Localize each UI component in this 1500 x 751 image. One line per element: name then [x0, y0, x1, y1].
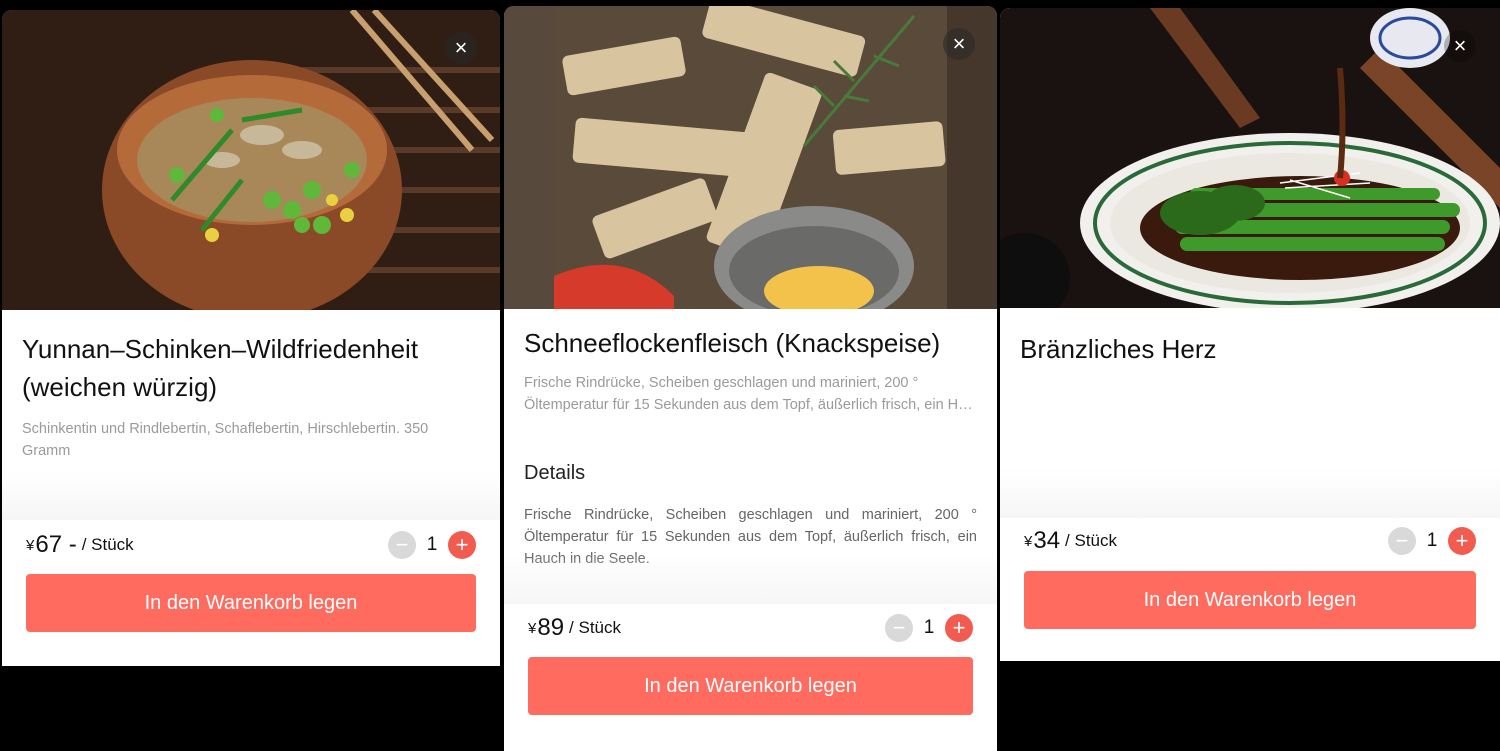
price-unit: / Stück — [569, 618, 622, 637]
minus-icon[interactable]: − — [885, 614, 913, 642]
quantity-stepper: − 1 + — [388, 531, 476, 559]
close-icon[interactable]: × — [1444, 30, 1476, 62]
fade-divider — [2, 470, 500, 520]
dish-photo — [1000, 8, 1500, 308]
price-unit: / Stück — [81, 535, 134, 554]
close-icon[interactable]: × — [943, 28, 975, 60]
price-row: ¥ 34 / Stück − 1 + — [1024, 524, 1476, 558]
dish-description: Schinkentin und Rindlebertin, Schafleber… — [22, 421, 429, 459]
currency-symbol: ¥ — [26, 536, 35, 554]
dish-photo — [504, 6, 997, 309]
price-row: ¥ 67 - / Stück − 1 + — [26, 528, 476, 562]
add-to-cart-button[interactable]: In den Warenkorb legen — [1024, 571, 1476, 629]
currency-symbol: ¥ — [1024, 532, 1033, 550]
price-value: 67 - — [35, 531, 77, 558]
plus-icon[interactable]: + — [1448, 527, 1476, 555]
quantity-value: 1 — [923, 617, 935, 638]
plus-icon[interactable]: + — [945, 614, 973, 642]
dish-photo — [2, 10, 500, 310]
fade-divider — [504, 554, 997, 604]
currency-symbol: ¥ — [528, 619, 537, 637]
dish-description: Frische Rindrücke, Scheiben geschlagen u… — [524, 375, 973, 413]
add-to-cart-button[interactable]: In den Warenkorb legen — [26, 574, 476, 632]
minus-icon[interactable]: − — [1388, 527, 1416, 555]
add-to-cart-button[interactable]: In den Warenkorb legen — [528, 657, 973, 715]
dish-card-1: × Yunnan–Schinken–Wildfriedenheit (weich… — [2, 10, 500, 666]
dish-title: Schneeflockenfleisch (Knackspeise) — [524, 328, 941, 358]
dish-title: Yunnan–Schinken–Wildfriedenheit (weichen… — [22, 334, 419, 402]
quantity-stepper: − 1 + — [1388, 527, 1476, 555]
quantity-stepper: − 1 + — [885, 614, 973, 642]
fade-divider — [1000, 468, 1500, 518]
minus-icon[interactable]: − — [388, 531, 416, 559]
quantity-value: 1 — [1426, 530, 1438, 551]
price-row: ¥ 89 / Stück − 1 + — [528, 611, 973, 645]
dish-card-2: × Schneeflockenfleisch (Knackspeise) Fri… — [504, 6, 997, 751]
details-heading: Details — [524, 462, 586, 484]
price-unit: / Stück — [1065, 531, 1118, 550]
price-value: 34 — [1033, 527, 1061, 554]
quantity-value: 1 — [426, 534, 438, 555]
dish-title: Bränzliches Herz — [1020, 334, 1217, 364]
close-icon[interactable]: × — [445, 32, 477, 64]
dish-card-3: × Bränzliches Herz ¥ 34 / Stück − 1 + In… — [1000, 8, 1500, 661]
plus-icon[interactable]: + — [448, 531, 476, 559]
price-value: 89 — [537, 614, 565, 641]
